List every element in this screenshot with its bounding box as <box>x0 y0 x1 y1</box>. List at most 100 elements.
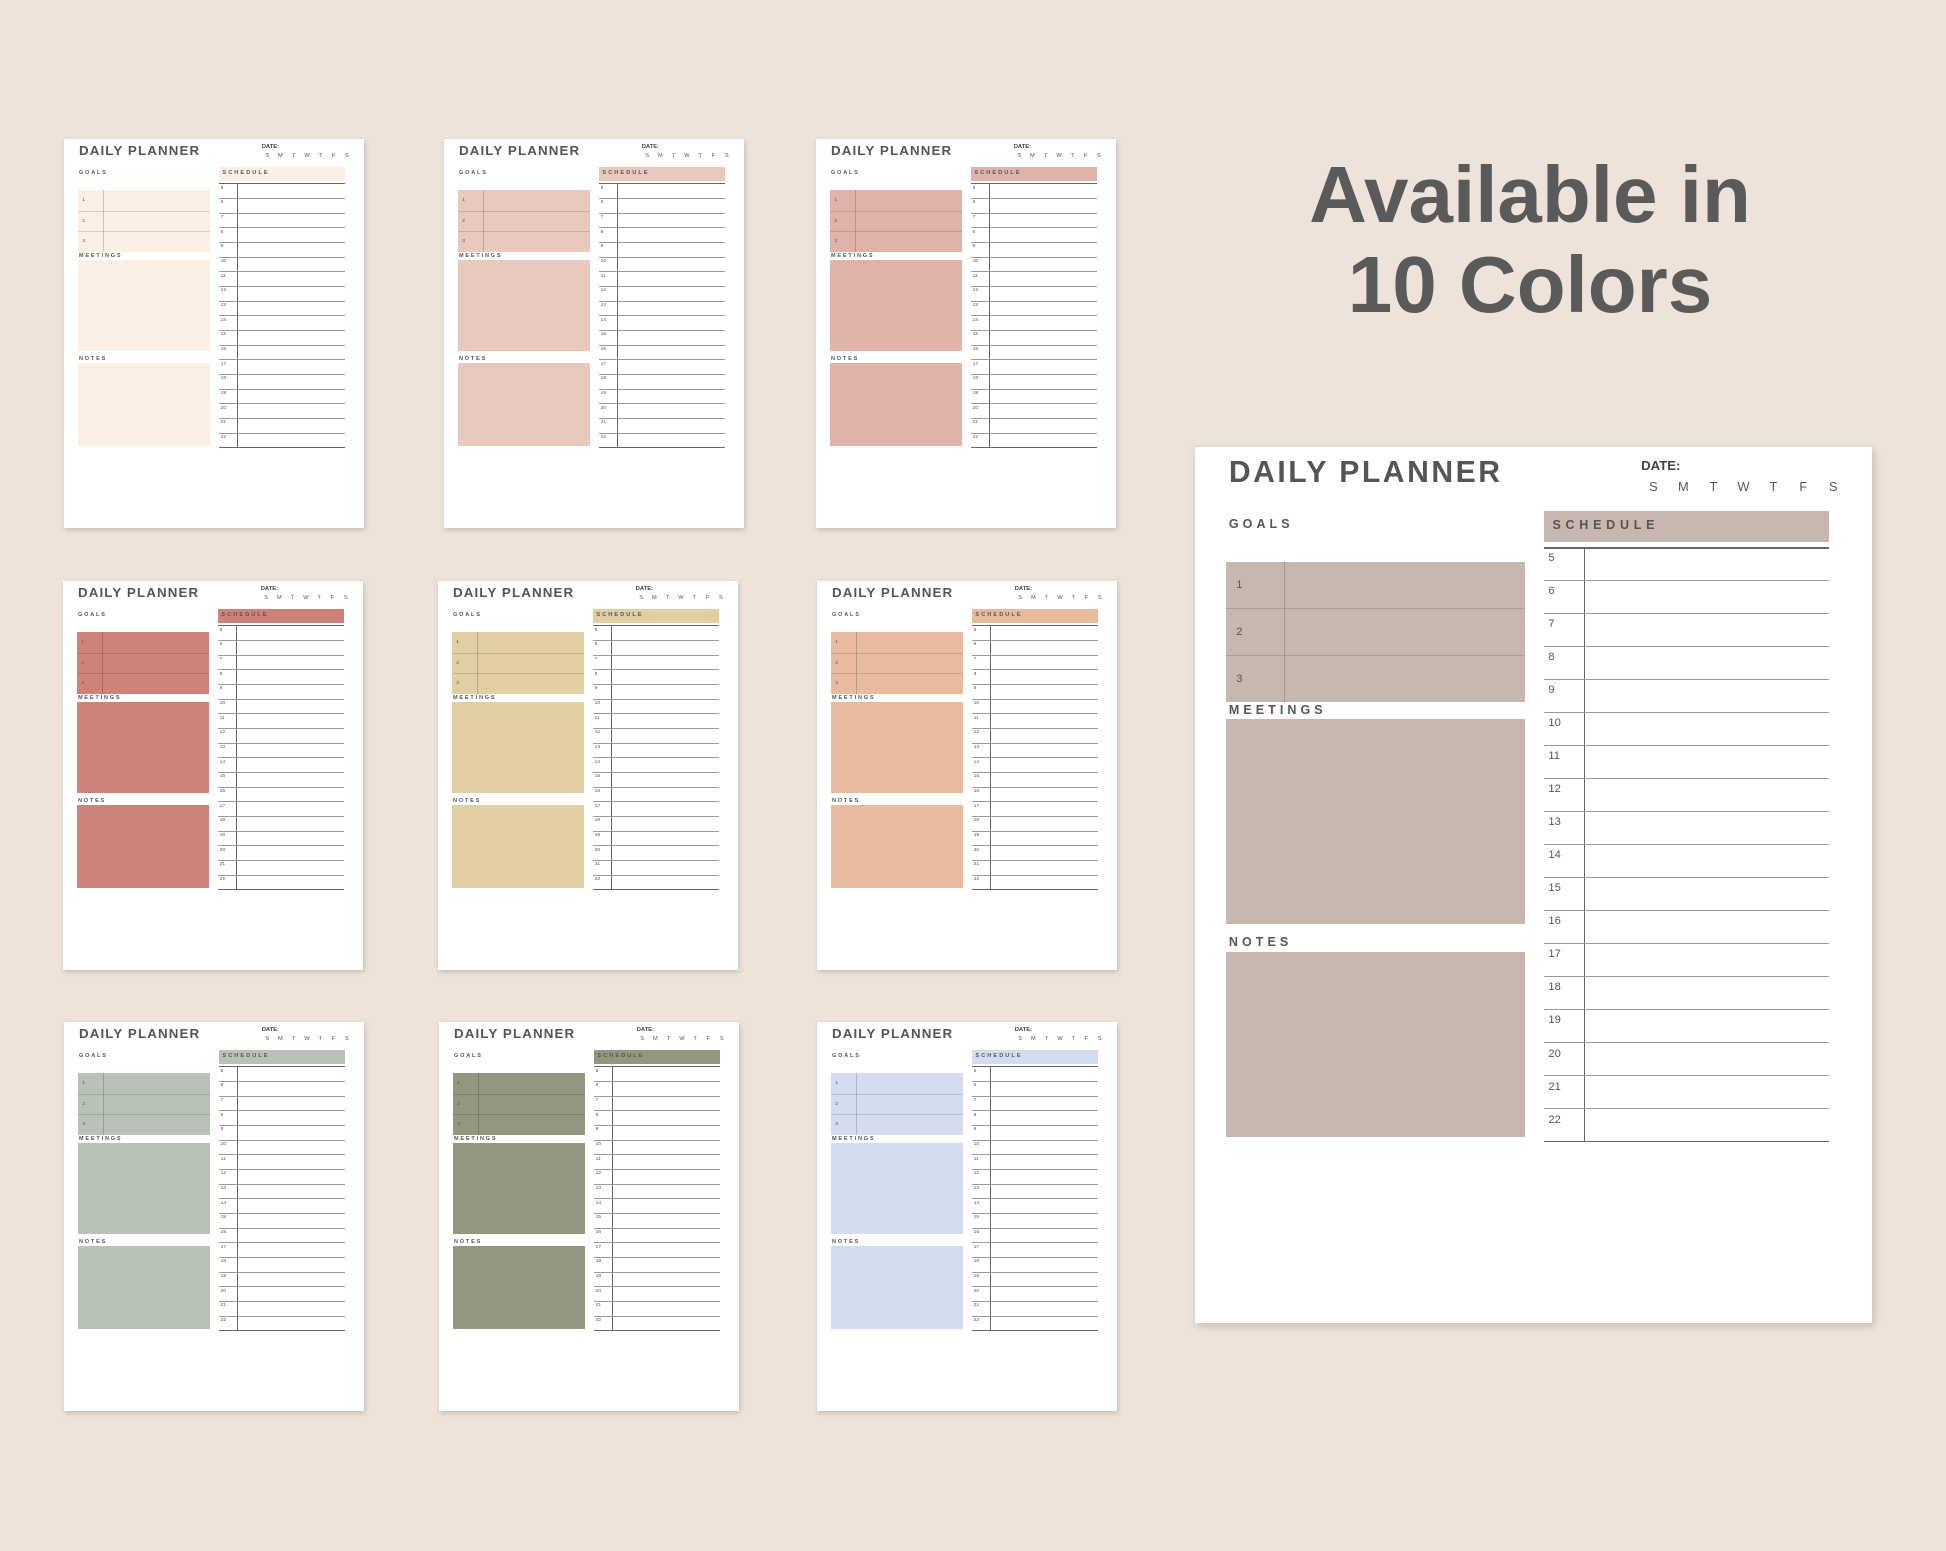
goal-row-2[interactable]: 2 <box>452 1093 586 1115</box>
goals-box[interactable]: 1 2 3 <box>451 631 585 695</box>
hour-slot-11[interactable] <box>217 728 344 729</box>
goal-row-1[interactable]: 1 <box>452 632 585 653</box>
hour-slot-12[interactable] <box>971 1183 1098 1185</box>
hour-slot-8[interactable] <box>218 1125 345 1126</box>
goal-row-1[interactable]: 1 <box>458 190 591 211</box>
hour-slot-22[interactable] <box>218 447 345 449</box>
hour-slot-14[interactable] <box>971 1213 1098 1214</box>
hour-slot-10[interactable] <box>217 713 344 715</box>
weekday-3[interactable]: W <box>1728 479 1758 494</box>
weekday-3[interactable]: W <box>299 595 312 601</box>
hour-slot-21[interactable] <box>218 1315 345 1317</box>
hour-slot-20[interactable] <box>217 859 344 861</box>
hour-slot-7[interactable] <box>971 1110 1098 1112</box>
hour-slot-15[interactable] <box>593 1227 720 1229</box>
weekday-6[interactable]: S <box>715 1036 728 1042</box>
hour-slot-7[interactable] <box>217 669 344 671</box>
hour-slot-11[interactable] <box>970 286 1097 287</box>
hour-slot-14[interactable] <box>971 772 1098 773</box>
meetings-box[interactable] <box>829 259 963 351</box>
goal-row-3[interactable]: 3 <box>830 1114 964 1135</box>
weekday-5[interactable]: F <box>326 595 339 601</box>
hour-slot-15[interactable] <box>971 1227 1098 1229</box>
hour-slot-22[interactable] <box>970 447 1097 449</box>
hour-slot-6[interactable] <box>593 1095 720 1097</box>
weekday-3[interactable]: W <box>300 1036 313 1042</box>
weekday-4[interactable]: T <box>1067 1036 1080 1042</box>
hour-slot-18[interactable] <box>971 830 1098 832</box>
hour-slot-17[interactable] <box>593 1256 720 1258</box>
meetings-box[interactable] <box>76 701 210 793</box>
weekday-2[interactable]: T <box>1039 153 1052 159</box>
goal-row-3[interactable]: 3 <box>451 673 585 694</box>
hour-slot-8[interactable] <box>593 1125 720 1126</box>
hour-slot-20[interactable] <box>971 1300 1098 1302</box>
hour-slot-18[interactable] <box>217 830 344 832</box>
hour-slot-11[interactable] <box>593 1169 720 1170</box>
hour-slot-8[interactable] <box>971 684 1098 685</box>
hour-slot-11[interactable] <box>971 1169 1098 1170</box>
hour-slot-6[interactable] <box>971 654 1098 656</box>
goals-box[interactable]: 1 2 3 <box>829 189 963 253</box>
goal-row-1[interactable]: 1 <box>831 1073 964 1094</box>
goal-row-1[interactable]: 1 <box>1226 562 1525 609</box>
weekday-4[interactable]: T <box>688 595 701 601</box>
goals-box[interactable]: 1 2 3 <box>1226 561 1526 702</box>
hour-slot-8[interactable] <box>971 1125 1098 1126</box>
weekday-5[interactable]: F <box>701 595 714 601</box>
goals-box[interactable]: 1 2 3 <box>76 631 210 695</box>
hour-slot-12[interactable] <box>971 742 1098 744</box>
notes-box[interactable] <box>829 363 963 446</box>
hour-slot-8[interactable] <box>218 242 345 243</box>
weekday-2[interactable]: T <box>1040 595 1053 601</box>
hour-slot-9[interactable] <box>217 698 344 700</box>
weekday-6[interactable]: S <box>1093 1036 1106 1042</box>
weekday-0[interactable]: S <box>260 595 273 601</box>
hour-slot-8[interactable] <box>598 242 725 243</box>
hour-slot-9[interactable] <box>970 256 1097 258</box>
hour-slot-6[interactable] <box>217 654 344 656</box>
hour-slot-6[interactable] <box>218 212 345 214</box>
goal-row-1[interactable]: 1 <box>453 1073 586 1094</box>
hour-slot-12[interactable] <box>593 1183 720 1185</box>
weekday-6[interactable]: S <box>714 595 727 601</box>
weekday-0[interactable]: S <box>1013 153 1026 159</box>
goal-row-2[interactable]: 2 <box>451 652 585 674</box>
hour-slot-21[interactable] <box>970 432 1097 434</box>
hour-slot-21[interactable] <box>217 874 344 876</box>
hour-slot-10[interactable] <box>970 271 1097 273</box>
goals-box[interactable]: 1 2 3 <box>830 631 964 695</box>
goal-row-3[interactable]: 3 <box>452 1114 586 1135</box>
hour-slot-5[interactable] <box>592 640 719 641</box>
hour-slot-5[interactable] <box>970 198 1097 199</box>
goal-row-3[interactable]: 3 <box>830 673 964 694</box>
hour-slot-5[interactable] <box>971 1081 1098 1082</box>
notes-box[interactable] <box>451 805 585 888</box>
weekday-2[interactable]: T <box>1040 1036 1053 1042</box>
goal-row-3[interactable]: 3 <box>76 673 210 694</box>
hour-slot-16[interactable] <box>970 359 1097 361</box>
hour-slot-22[interactable] <box>593 1330 720 1332</box>
hour-slot-19[interactable] <box>592 845 719 847</box>
hour-slot-9[interactable] <box>593 1139 720 1141</box>
weekday-6[interactable]: S <box>1093 595 1106 601</box>
hour-slot-7[interactable] <box>970 227 1097 229</box>
hour-slot-21[interactable] <box>598 432 725 434</box>
weekday-0[interactable]: S <box>641 153 654 159</box>
hour-slot-11[interactable] <box>971 728 1098 729</box>
hour-slot-19[interactable] <box>598 403 725 405</box>
weekday-2[interactable]: T <box>287 153 300 159</box>
goal-row-2[interactable]: 2 <box>77 210 211 232</box>
hour-slot-12[interactable] <box>217 742 344 744</box>
goal-row-3[interactable]: 3 <box>829 231 963 252</box>
hour-slot-19[interactable] <box>218 403 345 405</box>
goal-row-1[interactable]: 1 <box>78 1073 211 1094</box>
weekday-4[interactable]: T <box>1066 153 1079 159</box>
hour-slot-7[interactable] <box>218 1110 345 1112</box>
hour-slot-12[interactable] <box>218 300 345 302</box>
weekday-4[interactable]: T <box>689 1036 702 1042</box>
goal-row-1[interactable]: 1 <box>77 632 210 653</box>
hour-slot-14[interactable] <box>598 330 725 331</box>
hour-slot-19[interactable] <box>593 1286 720 1288</box>
weekday-3[interactable]: W <box>1053 1036 1066 1042</box>
